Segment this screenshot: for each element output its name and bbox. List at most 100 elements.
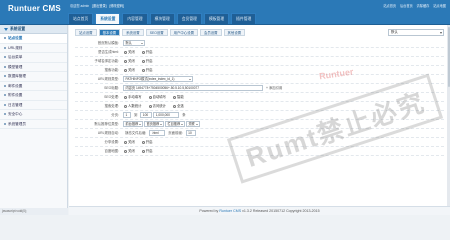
bullet-icon — [4, 46, 6, 49]
sidebar-item-url-rules[interactable]: URL规则 — [0, 44, 67, 53]
page-size-input[interactable]: 100 — [140, 112, 153, 119]
radio-off[interactable] — [124, 149, 127, 153]
sidebar-item-label: 站点设置 — [8, 36, 23, 40]
radio-off[interactable] — [124, 59, 127, 63]
scrollbar-thumb[interactable] — [447, 27, 450, 87]
sidebar-item-label: 后台菜单 — [8, 55, 23, 59]
nav-tab-system[interactable]: 系统设置 — [95, 13, 121, 24]
select-value: 前台推荐 — [125, 122, 139, 127]
sidebar-item-label: 数据库管理 — [8, 74, 26, 78]
radio-on[interactable] — [141, 59, 145, 63]
radio-smart[interactable] — [173, 95, 177, 99]
sidebar-item-admin-menu[interactable]: 后台菜单 — [0, 53, 67, 63]
tab-members[interactable]: 会员设置 — [199, 29, 222, 36]
add-reference-link[interactable]: + 添加引用 — [266, 86, 282, 90]
site-select[interactable]: 默认 — [388, 29, 444, 36]
prefix-input[interactable]: 10 — [185, 130, 196, 137]
bullet-icon — [4, 75, 6, 78]
radio-label: 全选 — [177, 104, 184, 108]
quick-link-sitemap[interactable]: 站点地图 — [433, 4, 446, 8]
radio-visits[interactable] — [148, 104, 152, 108]
tab-system[interactable]: 系统设置 — [122, 29, 144, 36]
page-start-input[interactable]: 1 — [123, 112, 131, 119]
default-template-select[interactable]: 默认 — [123, 40, 145, 47]
field-label: 是否生成html: — [98, 50, 119, 54]
chevron-down-icon — [139, 123, 141, 125]
top-nav: 站点首页 系统设置 内容管理 模块管理 会员管理 模板管理 插件管理 — [68, 13, 257, 24]
settings-tabs: 站点设置 基本设置 系统设置 SEO设置 用户中心设置 会员设置 其他设置 — [75, 29, 246, 36]
form-row-share: 分享设置: 关闭 开启 — [75, 138, 444, 147]
sidebar-item-email[interactable]: 邮件设置 — [0, 82, 67, 91]
nav-tab-modules[interactable]: 模块管理 — [149, 13, 175, 24]
nav-tab-templates[interactable]: 模板管理 — [203, 13, 230, 24]
field-label: 默认推荐位类型: — [94, 122, 119, 126]
quick-link-cache[interactable]: 清除缓存 — [417, 4, 430, 8]
seo-title-input[interactable]: 内容页 1494778+7504500056+.50.5.10.5,501000… — [123, 85, 263, 92]
radio-label: 人数统计 — [128, 104, 142, 108]
radio-on[interactable] — [141, 68, 145, 72]
radio-manual[interactable] — [124, 95, 127, 99]
bullet-icon — [4, 56, 6, 59]
field-label: 子域名绑定功能: — [94, 59, 119, 63]
tab-basic[interactable]: 基本设置 — [98, 29, 121, 36]
suffix-input[interactable]: .html — [149, 130, 166, 137]
form-row-url-auto: URL规则自动: 静态文件后缀: .html 页面前缀: 10 — [75, 129, 444, 138]
sidebar-heading[interactable]: 系统设置 — [0, 25, 67, 34]
user-bar: 欢迎您 admin [退出登录] [修改密码] — [70, 3, 126, 8]
tab-other[interactable]: 其他设置 — [223, 29, 246, 36]
bullet-icon — [4, 103, 6, 106]
recommend-select-2[interactable]: 首页推荐 — [143, 121, 164, 128]
quick-link-home[interactable]: 站点首页 — [383, 4, 396, 8]
sidebar-item-models[interactable]: 模型管理 — [0, 63, 67, 72]
form-row-pagination: 分页: 1 到 100 1,000,000 条 — [75, 111, 444, 120]
footer-brand-link[interactable]: Runtuer CMS — [219, 209, 241, 213]
radio-off[interactable] — [124, 68, 127, 72]
recommend-select-1[interactable]: 前台推荐 — [123, 121, 143, 128]
recommend-select-4[interactable]: 关联 — [185, 121, 200, 128]
nav-tab-content[interactable]: 内容管理 — [122, 13, 148, 24]
quick-link-admin[interactable]: 后台首页 — [400, 4, 413, 8]
radio-count[interactable] — [124, 104, 127, 108]
radio-label: 访问统计 — [152, 104, 167, 108]
radio-label: 智能 — [177, 95, 184, 99]
change-password-link[interactable]: [修改密码] — [109, 4, 124, 8]
radio-on[interactable] — [141, 140, 145, 144]
url-rule-select[interactable]: PATHINFO模式(index_index_id_1) — [123, 76, 193, 83]
radio-on[interactable] — [141, 149, 145, 153]
form-row-html-generation: 是否生成html: 关闭 开启 — [75, 48, 444, 57]
radio-label: 关闭 — [128, 68, 135, 72]
radio-all[interactable] — [173, 104, 177, 108]
sidebar-item-logs[interactable]: 日志管理 — [0, 101, 67, 110]
nav-tab-plugins[interactable]: 插件管理 — [231, 13, 257, 24]
form-row-default-template: 首页默认模板: 默认 — [75, 39, 444, 48]
radio-label: 开启 — [145, 140, 153, 144]
form-row-map: 百度地图: 关闭 开启 — [75, 147, 444, 156]
field-label: URL规则类型: — [97, 77, 119, 81]
sidebar-item-security[interactable]: 安全中心 — [0, 110, 67, 120]
chevron-down-icon — [4, 27, 8, 31]
field-label: SEO标题: — [104, 86, 119, 90]
sidebar-item-administrators[interactable]: 系统管理员 — [0, 120, 67, 129]
radio-auto[interactable] — [148, 95, 152, 99]
top-header: Runtuer CMS 欢迎您 admin [退出登录] [修改密码] 站点首页… — [0, 0, 450, 25]
sidebar-item-attachments[interactable]: 附件设置 — [0, 91, 67, 101]
radio-off[interactable] — [124, 50, 127, 54]
radio-off[interactable] — [124, 140, 127, 144]
unit-label: 条 — [182, 113, 186, 117]
select-value: PATHINFO模式(index_index_id_1) — [125, 77, 175, 82]
tab-site[interactable]: 站点设置 — [75, 29, 97, 36]
sidebar-item-site-settings[interactable]: 站点设置 — [0, 34, 67, 44]
nav-tab-home[interactable]: 站点首页 — [68, 13, 94, 24]
field-label: 搜索处理: — [104, 104, 119, 108]
recommend-select-3[interactable]: 栏目推荐 — [164, 121, 185, 128]
nav-tab-members[interactable]: 会员管理 — [176, 13, 202, 24]
page-max-input[interactable]: 1,000,000 — [153, 112, 180, 119]
sidebar-item-database[interactable]: 数据库管理 — [0, 72, 67, 82]
bullet-icon — [4, 84, 6, 87]
tab-user-center[interactable]: 用户中心设置 — [169, 29, 198, 36]
tab-seo[interactable]: SEO设置 — [145, 29, 168, 36]
radio-label: 手动填写 — [128, 95, 142, 99]
radio-on[interactable] — [141, 50, 145, 54]
logout-link[interactable]: [退出登录] — [92, 4, 107, 8]
app-logo[interactable]: Runtuer CMS — [8, 4, 61, 20]
